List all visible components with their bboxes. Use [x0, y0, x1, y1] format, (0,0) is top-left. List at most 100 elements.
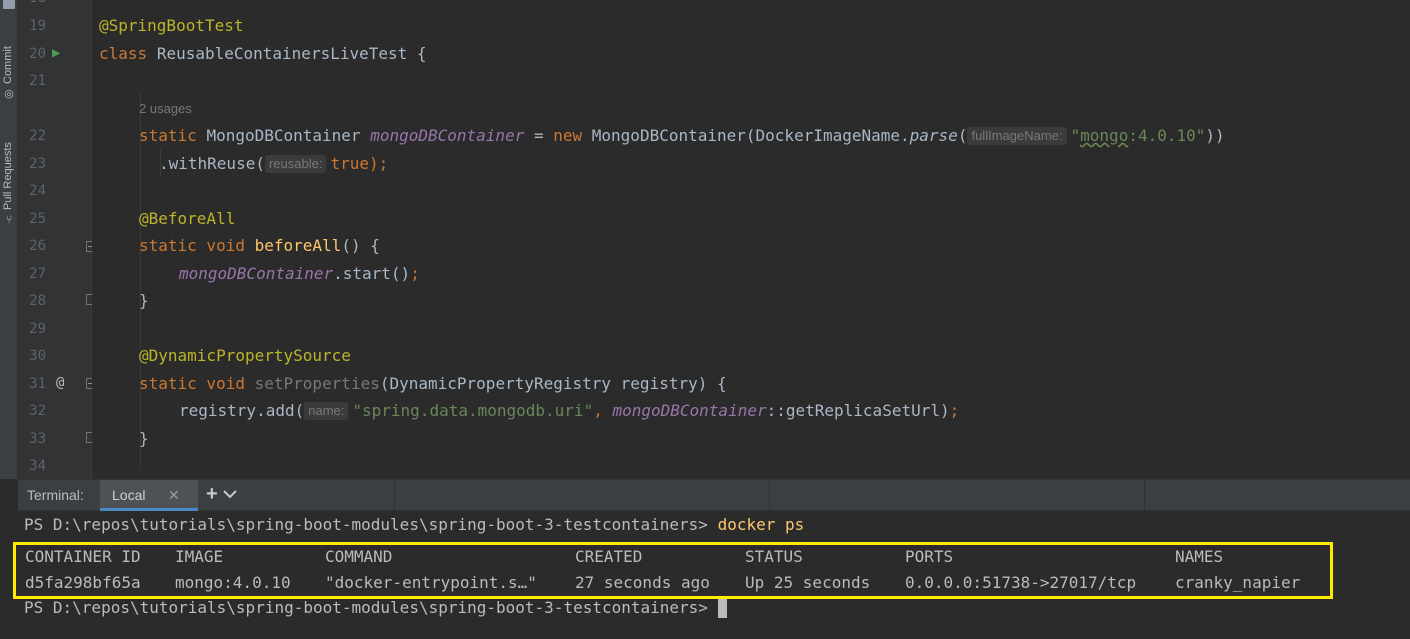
- code-editor[interactable]: @SpringBootTest class ReusableContainers…: [92, 0, 1410, 479]
- annotation: @BeforeAll: [139, 209, 236, 228]
- tab-local-label: Local: [112, 487, 146, 503]
- ps-header-created: CREATED: [575, 547, 643, 566]
- line-number: 19: [29, 18, 46, 34]
- commit-tab-label: Commit: [2, 46, 14, 84]
- punctuation: ;: [949, 401, 960, 420]
- ps-header-names: NAMES: [1175, 547, 1224, 566]
- line-number: 33: [29, 431, 46, 447]
- ps-cell-status: Up 25 seconds: [745, 573, 871, 592]
- method-reference: ::getReplicaSetUrl): [766, 401, 950, 420]
- indent-guide: [140, 92, 141, 470]
- docker-ps-highlight-box: CONTAINER ID IMAGE COMMAND CREATED STATU…: [13, 542, 1333, 599]
- code-line: }: [139, 291, 149, 311]
- method-name: beforeAll: [254, 236, 342, 255]
- keyword: true: [330, 154, 369, 173]
- ps-header-image: IMAGE: [175, 547, 224, 566]
- shell-prompt: PS D:\repos\tutorials\spring-boot-module…: [24, 598, 718, 617]
- run-test-icon[interactable]: ▶: [52, 45, 60, 61]
- keyword: new: [553, 126, 583, 145]
- operator: =: [524, 126, 554, 145]
- code-line: @SpringBootTest: [99, 16, 244, 36]
- method-signature: () {: [341, 236, 380, 255]
- pull-requests-tab-label: Pull Requests: [2, 142, 14, 210]
- method-name: setProperties: [254, 374, 380, 393]
- code-line: @BeforeAll: [139, 209, 235, 229]
- line-number: 23: [29, 156, 46, 172]
- ps-header-ports: PORTS: [905, 547, 954, 566]
- brace: }: [139, 291, 149, 310]
- code-line: mongoDBContainer.start();: [179, 264, 420, 284]
- punctuation: ;: [410, 264, 420, 283]
- annotation: @DynamicPropertySource: [139, 346, 351, 365]
- keyword: static: [139, 126, 197, 145]
- string-literal: ": [1070, 126, 1081, 145]
- terminal-title: Terminal:: [27, 487, 84, 503]
- line-number: 24: [29, 183, 46, 199]
- line-number: 18: [22, 0, 46, 8]
- tab-local[interactable]: Local ✕: [100, 480, 198, 511]
- annotation: @SpringBootTest: [99, 16, 244, 35]
- string-literal: :4.0.10": [1128, 126, 1206, 145]
- line-number: 27: [29, 266, 46, 282]
- field-name: mongoDBContainer: [612, 401, 767, 420]
- line-number: 28: [29, 293, 46, 309]
- line-number: 31: [29, 376, 46, 392]
- paren: (: [957, 126, 968, 145]
- keyword: class: [99, 44, 148, 63]
- chevron-down-icon[interactable]: [223, 488, 237, 500]
- project-folder-icon[interactable]: [3, 0, 15, 9]
- method-name: parse: [909, 126, 958, 145]
- field-name: mongoDBContainer: [370, 126, 525, 145]
- code-line: class ReusableContainersLiveTest {: [99, 44, 427, 64]
- line-number: 20: [29, 46, 46, 62]
- brace: }: [139, 429, 149, 448]
- shell-command: docker ps: [717, 515, 805, 534]
- close-icon[interactable]: ✕: [168, 487, 180, 504]
- line-number: 32: [29, 403, 46, 419]
- implemented-at-icon[interactable]: @: [56, 375, 64, 391]
- commit-tool-tab[interactable]: Commit ◎: [0, 36, 18, 102]
- ps-header-container-id: CONTAINER ID: [25, 547, 141, 566]
- left-tool-strip: Commit ◎ Pull Requests ⑂: [0, 0, 18, 479]
- string-literal: "spring.data.mongodb.uri": [352, 401, 594, 420]
- code-line: static void setProperties(DynamicPropert…: [139, 374, 727, 394]
- ps-header-command: COMMAND: [325, 547, 393, 566]
- code-line: static void beforeAll() {: [139, 236, 380, 256]
- line-number: 22: [29, 128, 46, 144]
- commit-icon: ◎: [4, 88, 14, 100]
- line-number: 25: [29, 211, 46, 227]
- terminal-line: PS D:\repos\tutorials\spring-boot-module…: [24, 514, 804, 536]
- parameter-hint: fullImageName:: [967, 127, 1067, 145]
- method-call: registry.add(: [179, 401, 305, 420]
- pull-request-icon: ⑂: [5, 214, 13, 226]
- line-number: 34: [29, 458, 46, 474]
- parameter-hint: name:: [304, 402, 349, 420]
- constructor-call: MongoDBContainer(DockerImageName.: [582, 126, 910, 145]
- line-number: 30: [29, 348, 46, 364]
- class-declaration: ReusableContainersLiveTest {: [156, 44, 427, 63]
- ps-cell-created: 27 seconds ago: [575, 573, 710, 592]
- code-line: .withReuse(reusable: true);: [159, 154, 388, 174]
- ps-header-status: STATUS: [745, 547, 803, 566]
- paren: )): [1205, 126, 1225, 145]
- string-literal: mongo: [1080, 126, 1129, 145]
- punctuation: ,: [593, 401, 613, 420]
- tab-divider: [1144, 480, 1145, 511]
- ps-cell-ports: 0.0.0.0:51738->27017/tcp: [905, 573, 1137, 592]
- code-line: static MongoDBContainer mongoDBContainer…: [139, 126, 1225, 146]
- code-line: registry.add(name: "spring.data.mongodb.u…: [179, 401, 959, 421]
- ps-cell-command: "docker-entrypoint.s…": [325, 573, 537, 592]
- usages-hint[interactable]: 2 usages: [139, 101, 192, 116]
- ps-cell-image: mongo:4.0.10: [175, 573, 291, 592]
- pull-requests-tool-tab[interactable]: Pull Requests ⑂: [0, 128, 18, 232]
- shell-prompt: PS D:\repos\tutorials\spring-boot-module…: [24, 515, 718, 534]
- add-tab-button[interactable]: +: [206, 483, 218, 506]
- field-name: mongoDBContainer: [179, 264, 334, 283]
- method-call: .withReuse(: [159, 154, 265, 173]
- terminal-cursor: [717, 597, 727, 618]
- punctuation: );: [368, 154, 389, 173]
- terminal-tab-bar: Terminal: Local ✕ +: [18, 479, 1410, 511]
- keyword: static void: [139, 236, 245, 255]
- code-line: @DynamicPropertySource: [139, 346, 351, 366]
- tab-divider: [769, 480, 770, 511]
